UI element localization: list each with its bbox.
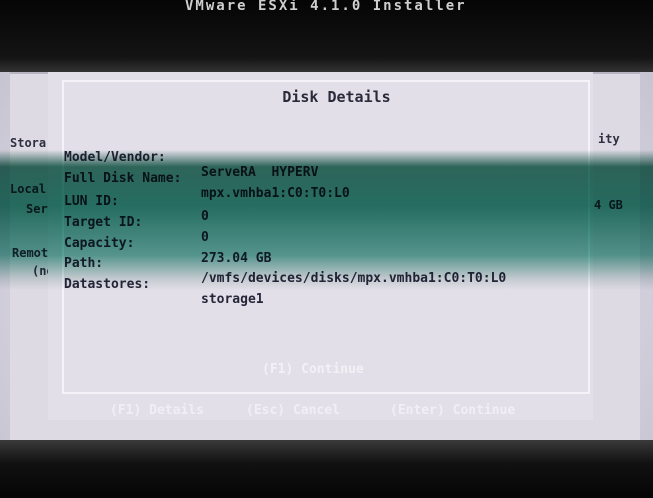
top-bar: VMware ESXi 4.1.0 Installer	[0, 0, 653, 72]
cancel-key-hint[interactable]: (Esc) Cancel	[246, 403, 340, 418]
detail-label: Model/Vendor:	[64, 150, 166, 165]
footer-key-hints: (F1) Details (Esc) Cancel (Enter) Contin…	[0, 403, 653, 423]
detail-label: Datastores:	[64, 277, 151, 292]
bg-right-header: ity	[598, 132, 620, 146]
detail-label: Capacity:	[64, 236, 135, 251]
continue-key-hint[interactable]: (Enter) Continue	[390, 403, 515, 418]
dialog-continue-button[interactable]: (F1) Continue	[262, 362, 364, 377]
detail-value: storage1	[201, 292, 264, 307]
bottom-bezel	[0, 440, 653, 498]
installer-title: VMware ESXi 4.1.0 Installer	[185, 0, 467, 14]
details-key-hint[interactable]: (F1) Details	[110, 403, 204, 418]
detail-value: 273.04 GB	[201, 251, 272, 266]
detail-value: 0	[201, 230, 209, 245]
dialog-border	[62, 80, 590, 394]
detail-label: Target ID:	[64, 215, 143, 230]
bg-right-value: 4 GB	[594, 198, 623, 212]
detail-value: ServeRA HYPERV	[201, 165, 319, 180]
detail-label: LUN ID:	[64, 194, 119, 209]
detail-row-datastores: Datastores: storage1	[0, 262, 264, 322]
detail-value: 0	[201, 209, 209, 224]
detail-value: /vmfs/devices/disks/mpx.vmhba1:C0:T0:L0	[201, 271, 507, 286]
dialog-title: Disk Details	[282, 88, 391, 106]
detail-label: Path:	[64, 256, 104, 271]
detail-value: mpx.vmhba1:C0:T0:L0	[201, 186, 350, 201]
monitor-screen: VMware ESXi 4.1.0 Installer Stora Local …	[0, 0, 653, 498]
detail-label: Full Disk Name:	[64, 171, 182, 186]
